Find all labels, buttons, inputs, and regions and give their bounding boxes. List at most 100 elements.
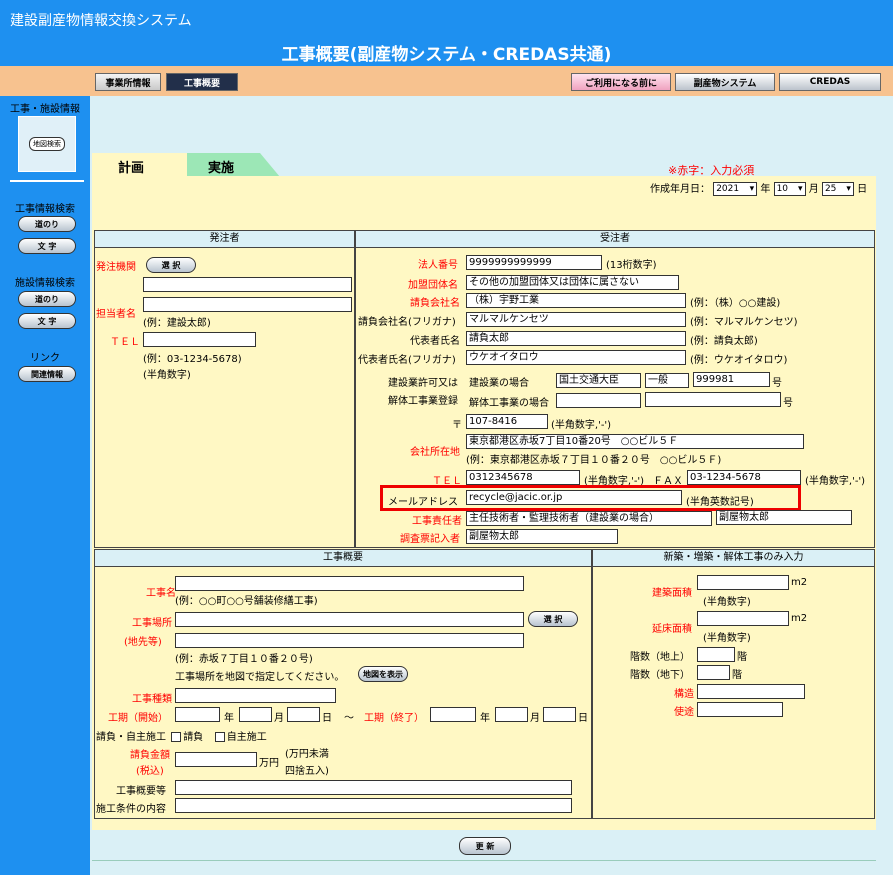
corp-no-field[interactable]: 9999999999999: [466, 255, 602, 270]
group-select[interactable]: その他の加盟団体又は団体に属さない: [466, 275, 679, 290]
floors-up-select[interactable]: [697, 647, 735, 662]
start-month-unit: 月: [274, 713, 284, 724]
nav-byproduct-system[interactable]: 副産物システム: [675, 73, 775, 91]
nav-credas[interactable]: CREDAS: [779, 73, 881, 91]
person-field[interactable]: [143, 297, 352, 312]
nav-office-info[interactable]: 事業所情報: [95, 73, 161, 91]
floors-down-select[interactable]: [697, 665, 730, 680]
manager-type-select[interactable]: 主任技術者・監理技術者（建設業の場合）: [466, 511, 712, 526]
person-label: 担当者名: [96, 309, 136, 320]
floor-area-field[interactable]: [697, 611, 789, 626]
demolition-select[interactable]: [556, 393, 641, 408]
place-label: 工事場所: [132, 618, 172, 629]
agency-label: 発注機関: [96, 262, 136, 273]
place-detail-field[interactable]: [175, 633, 524, 648]
app-header: 建設副産物情報交換システム 工事概要(副産物システム・CREDAS共通): [0, 0, 893, 66]
detail-field[interactable]: [175, 780, 572, 795]
contractor-tel-field[interactable]: 0312345678: [466, 470, 580, 485]
end-year-unit: 年: [480, 713, 490, 724]
end-month-select[interactable]: [495, 707, 528, 722]
nav-construction-summary[interactable]: 工事概要: [166, 73, 238, 91]
map-search-button[interactable]: 地図検索: [18, 116, 76, 172]
show-map-button[interactable]: 地図を表示: [358, 666, 408, 682]
facility-text-button[interactable]: 文 字: [18, 313, 76, 329]
amount-field[interactable]: [175, 752, 257, 767]
rep-label: 代表者氏名: [410, 336, 460, 347]
nav-before-use[interactable]: ご利用になる前に: [571, 73, 671, 91]
start-month-select[interactable]: [239, 707, 272, 722]
license-label2: 解体工事業登録: [388, 396, 458, 407]
orderer-header: 発注者: [95, 231, 354, 248]
floors-down-unit: 階: [732, 670, 742, 681]
amount-label2: (税込): [136, 766, 164, 777]
manager-label: 工事責任者: [412, 516, 462, 527]
license-label1: 建設業許可又は: [388, 378, 458, 389]
minister-select[interactable]: 国土交通大臣: [556, 373, 641, 388]
orderer-tel-hint: (例：03-1234-5678): [143, 354, 242, 365]
created-day-select[interactable]: 25: [821, 182, 854, 196]
rep-kana-hint: (例：ウケオイタロウ): [690, 355, 788, 366]
contract-checkbox[interactable]: [171, 732, 182, 742]
construction-road-button[interactable]: 道のり: [18, 216, 76, 232]
writer-label: 調査票記入者: [400, 534, 460, 545]
created-year-select[interactable]: 2021: [713, 182, 758, 196]
self-checkbox[interactable]: [214, 732, 225, 742]
build-area-hint: (半角数字): [703, 597, 751, 608]
manager-name-field[interactable]: 副屋物太郎: [716, 510, 852, 525]
name-label: 工事名: [146, 588, 176, 599]
company-label: 請負会社名: [410, 298, 460, 309]
month-unit: 月: [808, 184, 819, 195]
build-area-unit: m2: [791, 577, 808, 588]
use-select[interactable]: [697, 702, 783, 717]
use-label: 使途: [674, 707, 694, 718]
demolition-unit: 号: [783, 398, 793, 409]
place-field[interactable]: [175, 612, 524, 627]
company-field[interactable]: （株）宇野工業: [466, 293, 686, 308]
created-date: 作成年月日： 2021 年 10 月 25 日: [650, 180, 867, 196]
update-button[interactable]: 更 新: [459, 837, 511, 855]
created-month-select[interactable]: 10: [773, 182, 806, 196]
end-label: 工期（終了）: [364, 713, 424, 724]
rep-hint: (例：請負太郎): [690, 336, 758, 347]
tab-implement[interactable]: 実施: [180, 153, 280, 177]
period-tilde: ～: [344, 713, 354, 724]
agency-select-button[interactable]: 選 択: [146, 257, 196, 273]
rep-field[interactable]: 請負太郎: [466, 331, 686, 346]
license-no-field[interactable]: 999981: [693, 372, 770, 387]
system-name: 建設副産物情報交換システム: [10, 13, 192, 29]
kana-field[interactable]: マルマルケンセツ: [466, 312, 686, 327]
start-day-unit: 日: [322, 713, 332, 724]
end-month-unit: 月: [530, 713, 540, 724]
structure-select[interactable]: [697, 684, 805, 699]
floors-up-label: 階数（地上）: [630, 652, 690, 663]
start-year-select[interactable]: [175, 707, 220, 722]
zip-hint: (半角数字,'-'): [551, 420, 612, 431]
start-label: 工期（開始）: [108, 713, 168, 724]
address-field[interactable]: 東京都港区赤坂7丁目10番20号 ○○ビル５Ｆ: [466, 434, 804, 449]
start-day-select[interactable]: [287, 707, 320, 722]
name-field[interactable]: [175, 576, 524, 591]
type-select[interactable]: [175, 688, 336, 703]
tab-bar: 実施 計画: [92, 153, 876, 179]
sidebar-section-title: 工事・施設情報: [10, 104, 80, 115]
zip-field[interactable]: 107-8416: [466, 414, 548, 429]
agency-field[interactable]: [143, 277, 352, 292]
orderer-tel-field[interactable]: [143, 332, 256, 347]
construction-text-button[interactable]: 文 字: [18, 238, 76, 254]
rep-kana-field[interactable]: ウケオイタロウ: [466, 350, 686, 365]
facility-road-button[interactable]: 道のり: [18, 291, 76, 307]
end-year-select[interactable]: [430, 707, 476, 722]
amount-unit: 万円: [259, 758, 279, 769]
related-info-button[interactable]: 関連情報: [18, 366, 76, 382]
fax-field[interactable]: 03-1234-5678: [687, 470, 801, 485]
place-select-button[interactable]: 選 択: [528, 611, 578, 627]
self-option-label: 自主施工: [226, 732, 267, 743]
end-day-select[interactable]: [543, 707, 576, 722]
demolition-case-label: 解体工事業の場合: [469, 398, 549, 409]
build-area-field[interactable]: [697, 575, 789, 590]
demolition-no-field[interactable]: [645, 392, 781, 407]
general-select[interactable]: 一般: [645, 373, 689, 388]
condition-field[interactable]: [175, 798, 572, 813]
writer-field[interactable]: 副屋物太郎: [466, 529, 618, 544]
place-label2: (地先等): [124, 637, 162, 648]
